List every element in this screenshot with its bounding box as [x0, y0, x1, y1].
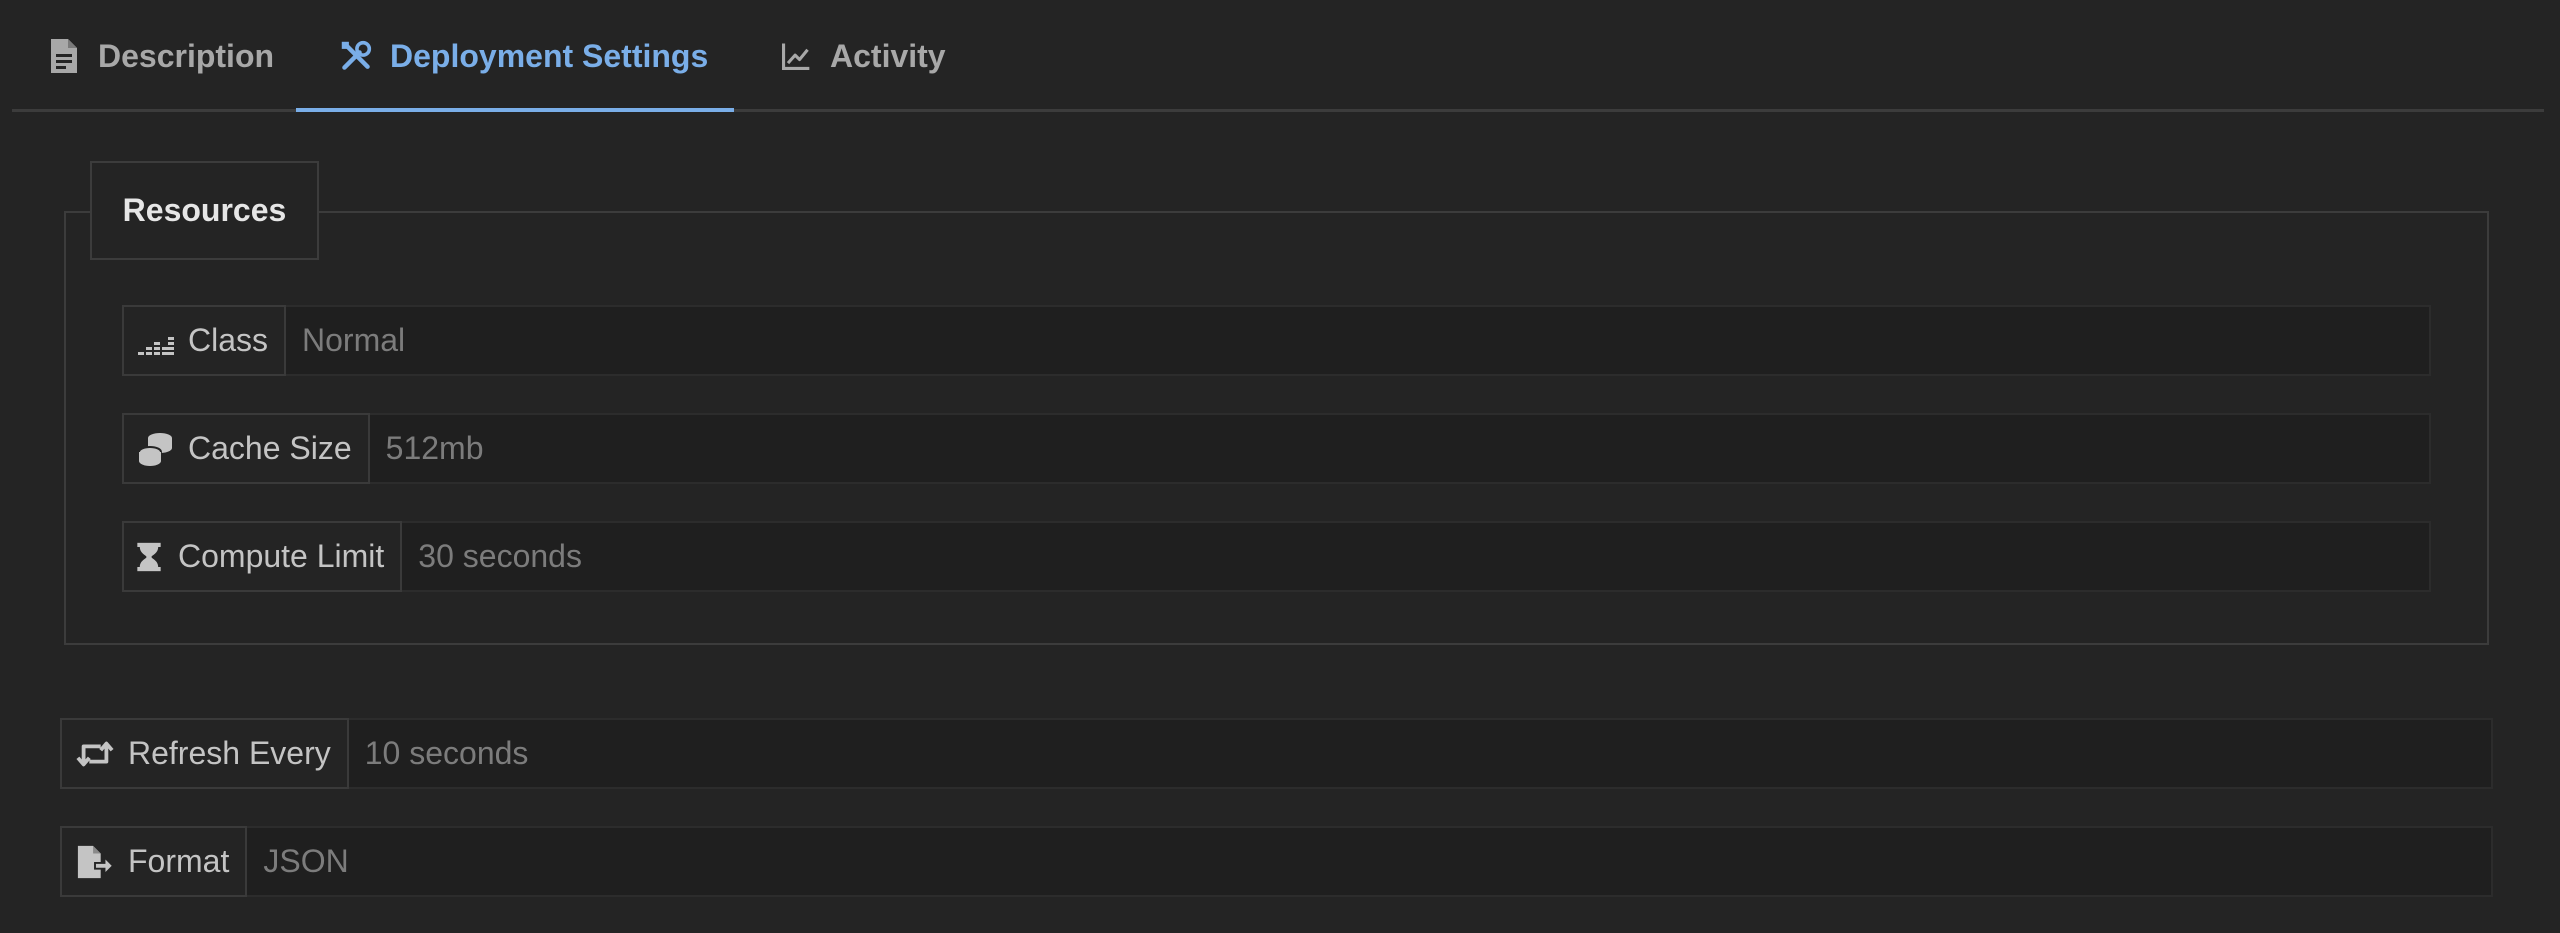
- compute-limit-label: Compute Limit: [122, 521, 403, 592]
- cache-size-label: Cache Size: [122, 413, 370, 484]
- compute-limit-field: Compute Limit 30 seconds: [122, 521, 2431, 592]
- retweet-icon: [76, 741, 114, 766]
- resources-legend: Resources: [90, 161, 319, 260]
- hourglass-icon: [137, 542, 161, 571]
- compute-limit-label-text: Compute Limit: [178, 538, 385, 574]
- refresh-every-label: Refresh Every: [60, 718, 349, 789]
- tab-label: Deployment Settings: [390, 37, 709, 74]
- chart-line-icon: [782, 43, 810, 70]
- tab-label: Description: [98, 37, 275, 74]
- active-tab-indicator: [296, 108, 734, 112]
- cache-size-label-text: Cache Size: [188, 430, 352, 466]
- format-value[interactable]: JSON: [247, 826, 2493, 897]
- refresh-every-field: Refresh Every 10 seconds: [60, 718, 2493, 789]
- tab-deployment-settings[interactable]: Deployment Settings: [340, 0, 708, 112]
- cache-size-value[interactable]: 512mb: [369, 413, 2431, 484]
- coins-icon: [138, 432, 172, 466]
- class-label: Class: [122, 305, 287, 376]
- format-field: Format JSON: [60, 826, 2493, 897]
- tools-icon: [341, 40, 372, 70]
- tab-bar: Description Deployment Settings Activity: [12, 0, 2544, 112]
- file-export-icon: [77, 845, 114, 878]
- tab-description[interactable]: Description: [48, 0, 274, 112]
- file-icon: [51, 39, 77, 73]
- class-label-text: Class: [188, 322, 269, 358]
- equalizer-icon: [138, 336, 174, 355]
- tab-label: Activity: [830, 37, 946, 74]
- format-label: Format: [60, 826, 248, 897]
- cache-size-field: Cache Size 512mb: [122, 413, 2431, 484]
- compute-limit-value[interactable]: 30 seconds: [402, 521, 2431, 592]
- format-label-text: Format: [128, 843, 230, 879]
- tab-activity[interactable]: Activity: [780, 0, 946, 112]
- class-value[interactable]: Normal: [286, 305, 2431, 376]
- refresh-every-label-text: Refresh Every: [128, 735, 331, 771]
- class-field: Class Normal: [122, 305, 2431, 376]
- refresh-every-value[interactable]: 10 seconds: [348, 718, 2493, 789]
